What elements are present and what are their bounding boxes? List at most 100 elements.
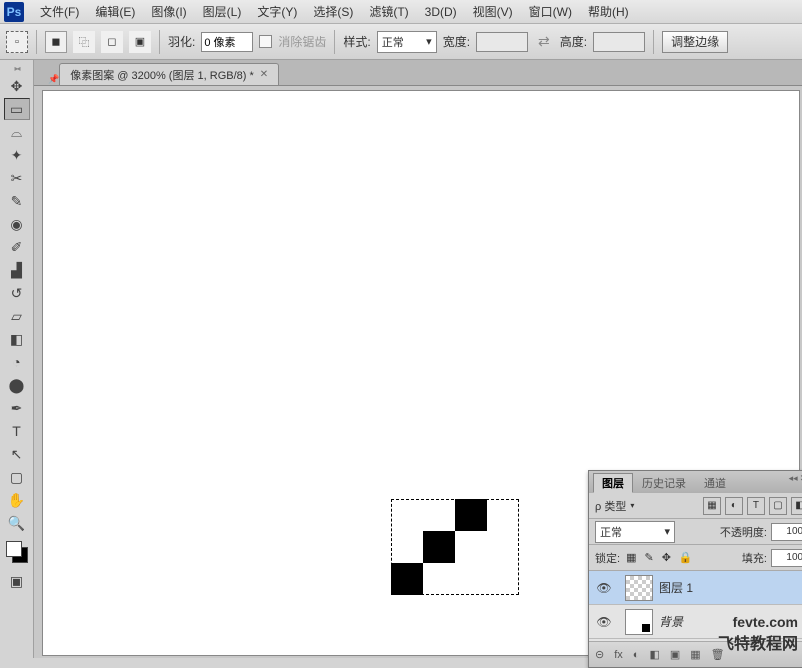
- hand-tool[interactable]: ✋: [4, 489, 30, 511]
- panel-header: 图层 历史记录 通道 ◂◂✕▾≡: [589, 471, 802, 493]
- quick-mask-toggle[interactable]: ▣: [4, 570, 30, 592]
- height-label: 高度:: [560, 33, 587, 50]
- menu-layer[interactable]: 图层(L): [195, 1, 250, 22]
- menu-edit[interactable]: 编辑(E): [87, 1, 143, 22]
- fill-input[interactable]: 100%: [771, 549, 802, 567]
- menu-image[interactable]: 图像(I): [143, 1, 194, 22]
- swap-dim-icon: ⇄: [534, 33, 554, 50]
- move-tool[interactable]: ✥: [4, 75, 30, 97]
- foreground-color[interactable]: [6, 541, 22, 557]
- brush-tool[interactable]: ✐: [4, 236, 30, 258]
- opacity-label: 不透明度:: [720, 524, 767, 540]
- tab-pin-icon: 📌: [48, 74, 59, 85]
- close-tab-icon[interactable]: ✕: [260, 69, 268, 80]
- adjustment-layer-icon[interactable]: ◧: [649, 648, 659, 661]
- filter-smart-icon[interactable]: ◧: [791, 497, 802, 515]
- tab-history[interactable]: 历史记录: [633, 473, 695, 493]
- layer-thumbnail[interactable]: [625, 575, 653, 601]
- filter-adjustment-icon[interactable]: ◐: [725, 497, 743, 515]
- layer-name[interactable]: 图层 1: [659, 579, 693, 596]
- filter-type-icon[interactable]: T: [747, 497, 765, 515]
- antialias-checkbox: [259, 35, 272, 48]
- lock-transparent-icon[interactable]: ▦: [624, 551, 638, 564]
- menu-type[interactable]: 文字(Y): [249, 1, 305, 22]
- zoom-tool[interactable]: 🔍: [4, 512, 30, 534]
- document-tab[interactable]: 像素图案 @ 3200% (图层 1, RGB/8) * ✕: [59, 63, 279, 85]
- menu-filter[interactable]: 滤镜(T): [361, 1, 416, 22]
- new-selection-icon[interactable]: ◼: [45, 31, 67, 53]
- lock-label: 锁定:: [595, 550, 620, 566]
- watermark: fevte.com 飞特教程网: [718, 614, 798, 654]
- menu-window[interactable]: 窗口(W): [521, 1, 580, 22]
- magic-wand-tool[interactable]: ✦: [4, 144, 30, 166]
- layer-fx-icon[interactable]: fx: [614, 649, 623, 661]
- rectangle-tool[interactable]: ▢: [4, 466, 30, 488]
- intersect-selection-icon[interactable]: ▣: [129, 31, 151, 53]
- menu-3d[interactable]: 3D(D): [417, 3, 465, 21]
- options-bar: ▫ ◼ ⿻ ◻ ▣ 羽化: 消除锯齿 样式: 正常▾ 宽度: ⇄ 高度: 调整边…: [0, 24, 802, 60]
- type-tool[interactable]: T: [4, 420, 30, 442]
- tool-preset-icon[interactable]: ▫: [6, 31, 28, 53]
- feather-input[interactable]: [201, 32, 253, 52]
- path-select-tool[interactable]: ↖: [4, 443, 30, 465]
- blur-tool[interactable]: ◔: [4, 351, 30, 373]
- subtract-selection-icon[interactable]: ◻: [101, 31, 123, 53]
- lasso-tool[interactable]: ⌓: [4, 121, 30, 143]
- layer-filter-row: ρ 类型▾ ▦ ◐ T ▢ ◧ ▯: [589, 493, 802, 519]
- width-label: 宽度:: [443, 33, 470, 50]
- filter-kind-label[interactable]: ρ 类型: [595, 498, 626, 514]
- crop-tool[interactable]: ✂: [4, 167, 30, 189]
- menu-select[interactable]: 选择(S): [305, 1, 361, 22]
- menu-view[interactable]: 视图(V): [465, 1, 521, 22]
- layer-row[interactable]: 👁 图层 1: [589, 571, 802, 605]
- toolbox: ✥ ▭ ⌓ ✦ ✂ ✎ ◉ ✐ ▟ ↺ ▱ ◧ ◔ ⬤ ✒ T ↖ ▢ ✋ 🔍 …: [0, 60, 34, 658]
- filter-pixel-icon[interactable]: ▦: [703, 497, 721, 515]
- dodge-tool[interactable]: ⬤: [4, 374, 30, 396]
- history-brush-tool[interactable]: ↺: [4, 282, 30, 304]
- refine-edge-button[interactable]: 调整边缘: [662, 31, 728, 53]
- antialias-label: 消除锯齿: [278, 33, 326, 50]
- menu-file[interactable]: 文件(F): [32, 1, 87, 22]
- width-input: [476, 32, 528, 52]
- height-input: [593, 32, 645, 52]
- layer-group-icon[interactable]: ▣: [670, 648, 680, 661]
- eyedropper-tool[interactable]: ✎: [4, 190, 30, 212]
- visibility-toggle-icon[interactable]: 👁: [589, 581, 619, 595]
- layer-thumbnail[interactable]: [625, 609, 653, 635]
- collapse-panel-icon[interactable]: ◂◂: [789, 473, 798, 484]
- document-tab-title: 像素图案 @ 3200% (图层 1, RGB/8) *: [70, 67, 254, 83]
- document-area: 📌 像素图案 @ 3200% (图层 1, RGB/8) * ✕ 图层 历史记录…: [34, 60, 802, 658]
- clone-stamp-tool[interactable]: ▟: [4, 259, 30, 281]
- marquee-selection: [391, 499, 519, 595]
- marquee-tool[interactable]: ▭: [4, 98, 30, 120]
- ps-logo: Ps: [4, 2, 24, 22]
- document-tab-bar: 📌 像素图案 @ 3200% (图层 1, RGB/8) * ✕: [34, 60, 802, 86]
- eraser-tool[interactable]: ▱: [4, 305, 30, 327]
- lock-all-icon[interactable]: 🔒: [677, 551, 695, 564]
- filter-shape-icon[interactable]: ▢: [769, 497, 787, 515]
- opacity-input[interactable]: 100%: [771, 523, 802, 541]
- lock-image-icon[interactable]: ✎: [642, 551, 655, 564]
- blend-mode-select[interactable]: 正常▾: [595, 521, 675, 543]
- new-layer-icon[interactable]: ▦: [690, 648, 700, 661]
- lock-fill-row: 锁定: ▦ ✎ ✥ 🔒 填充: 100%▾: [589, 545, 802, 571]
- color-swatches[interactable]: [4, 539, 30, 565]
- healing-brush-tool[interactable]: ◉: [4, 213, 30, 235]
- link-layers-icon[interactable]: ⊝: [595, 648, 604, 661]
- layer-name[interactable]: 背景: [659, 613, 683, 630]
- style-select[interactable]: 正常▾: [377, 31, 437, 53]
- layer-mask-icon[interactable]: ◐: [633, 649, 640, 661]
- tab-layers[interactable]: 图层: [593, 473, 633, 493]
- fill-label: 填充:: [742, 550, 767, 566]
- style-label: 样式:: [343, 33, 370, 50]
- tab-channels[interactable]: 通道: [695, 473, 735, 493]
- menu-help[interactable]: 帮助(H): [580, 1, 637, 22]
- menu-bar: Ps 文件(F) 编辑(E) 图像(I) 图层(L) 文字(Y) 选择(S) 滤…: [0, 0, 802, 24]
- toolbox-grip[interactable]: [4, 64, 30, 72]
- visibility-toggle-icon[interactable]: 👁: [589, 615, 619, 629]
- gradient-tool[interactable]: ◧: [4, 328, 30, 350]
- blend-opacity-row: 正常▾ 不透明度: 100%▾: [589, 519, 802, 545]
- lock-position-icon[interactable]: ✥: [660, 551, 673, 564]
- add-selection-icon[interactable]: ⿻: [73, 31, 95, 53]
- pen-tool[interactable]: ✒: [4, 397, 30, 419]
